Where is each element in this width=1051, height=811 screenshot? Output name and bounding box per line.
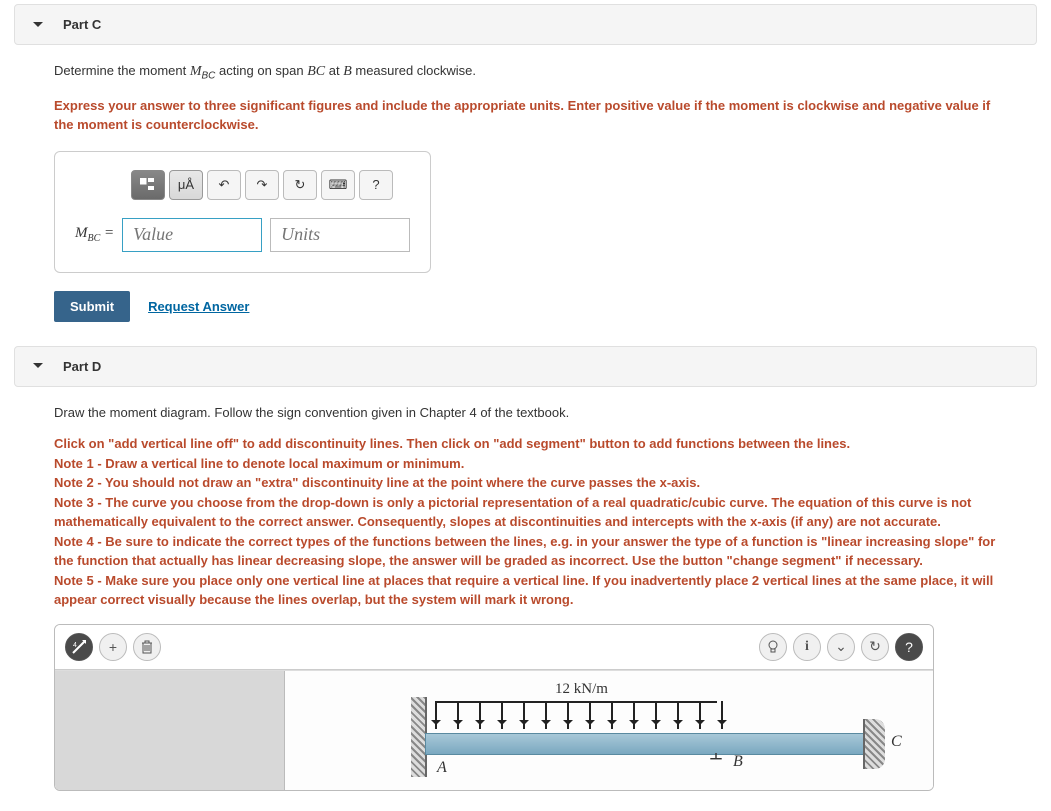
part-c-header[interactable]: Part C xyxy=(14,4,1037,45)
special-chars-button[interactable]: μÅ xyxy=(169,170,203,200)
note-4: Note 4 - Be sure to indicate the correct… xyxy=(54,532,997,571)
part-d-header[interactable]: Part D xyxy=(14,346,1037,387)
variable-label: MBC = xyxy=(75,225,114,244)
answer-box: μÅ ↶ ↷ ↻ ⌨ ? MBC = xyxy=(54,151,431,273)
units-input[interactable] xyxy=(270,218,410,252)
undo-button[interactable]: ↶ xyxy=(207,170,241,200)
submit-button[interactable]: Submit xyxy=(54,291,130,322)
beam xyxy=(425,733,865,755)
answer-toolbar: μÅ ↶ ↷ ↻ ⌨ ? xyxy=(131,170,410,200)
point-c-label: C xyxy=(891,733,902,751)
no-elements-button[interactable]: 4 xyxy=(65,633,93,661)
part-d-prompt: Draw the moment diagram. Follow the sign… xyxy=(54,403,997,423)
fixed-support-right xyxy=(863,719,885,769)
part-d-body: Draw the moment diagram. Follow the sign… xyxy=(14,395,1037,811)
note-5: Note 5 - Make sure you place only one ve… xyxy=(54,571,997,610)
note-intro: Click on "add vertical line off" to add … xyxy=(54,434,997,454)
part-c-body: Determine the moment MBC acting on span … xyxy=(14,53,1037,342)
note-3: Note 3 - The curve you choose from the d… xyxy=(54,493,997,532)
drawing-area: 4 + i ⌄ ↻ ? 12 kN/m xyxy=(54,624,934,791)
delete-button[interactable] xyxy=(133,633,161,661)
reset-button[interactable]: ↻ xyxy=(283,170,317,200)
part-c-prompt: Determine the moment MBC acting on span … xyxy=(54,61,997,84)
note-2: Note 2 - You should not draw an "extra" … xyxy=(54,473,997,493)
svg-text:4: 4 xyxy=(73,642,77,649)
load-label: 12 kN/m xyxy=(555,681,608,698)
point-a-label: A xyxy=(437,759,447,777)
part-d-title: Part D xyxy=(63,359,101,374)
part-c-title: Part C xyxy=(63,17,101,32)
part-c-instructions: Express your answer to three significant… xyxy=(54,96,997,135)
request-answer-link[interactable]: Request Answer xyxy=(148,299,249,314)
collapse-caret-icon xyxy=(33,22,43,32)
roller-support-b xyxy=(707,753,725,763)
redo-button[interactable]: ↷ xyxy=(245,170,279,200)
input-row: MBC = xyxy=(75,218,410,252)
help-button[interactable]: ? xyxy=(359,170,393,200)
canvas-sidebar xyxy=(55,671,285,790)
templates-button[interactable] xyxy=(131,170,165,200)
canvas-help-button[interactable]: ? xyxy=(895,633,923,661)
collapse-caret-icon xyxy=(33,363,43,373)
value-input[interactable] xyxy=(122,218,262,252)
canvas-main[interactable]: 12 kN/m A B C xyxy=(285,671,933,790)
keyboard-button[interactable]: ⌨ xyxy=(321,170,355,200)
hint-button[interactable] xyxy=(759,633,787,661)
canvas-area[interactable]: 12 kN/m A B C xyxy=(55,670,933,790)
note-1: Note 1 - Draw a vertical line to denote … xyxy=(54,454,997,474)
info-button[interactable]: i xyxy=(793,633,821,661)
submit-row: Submit Request Answer xyxy=(54,291,997,322)
collapse-button[interactable]: ⌄ xyxy=(827,633,855,661)
load-arrows xyxy=(435,701,723,729)
canvas-reset-button[interactable]: ↻ xyxy=(861,633,889,661)
part-d-notes: Click on "add vertical line off" to add … xyxy=(54,434,997,610)
add-button[interactable]: + xyxy=(99,633,127,661)
drawing-toolbar: 4 + i ⌄ ↻ ? xyxy=(55,625,933,670)
point-b-label: B xyxy=(733,753,743,771)
